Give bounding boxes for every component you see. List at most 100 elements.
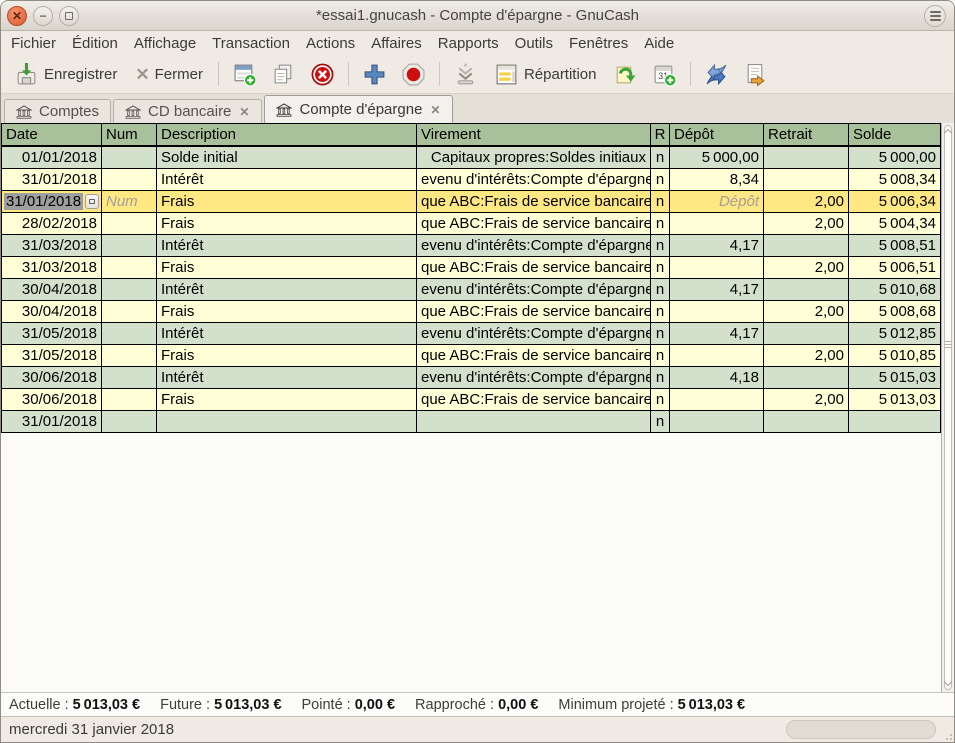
cell-num[interactable]	[102, 367, 157, 388]
delete-transaction-button[interactable]	[305, 58, 340, 91]
cell-date[interactable]: 30/04/2018	[2, 279, 102, 300]
cell-virement[interactable]: que ABC:Frais de service bancaire	[417, 389, 651, 410]
cell-date[interactable]: 30/06/2018	[2, 367, 102, 388]
register-row[interactable]: 30/04/2018Fraisque ABC:Frais de service …	[1, 301, 941, 323]
schedule-transaction-button[interactable]: 31	[647, 58, 682, 91]
cell-num[interactable]	[102, 345, 157, 366]
cell-solde[interactable]: 5 004,34	[849, 213, 941, 234]
cell-depot[interactable]	[670, 411, 764, 432]
cell-depot[interactable]: 4,18	[670, 367, 764, 388]
cell-depot[interactable]	[670, 389, 764, 410]
tab-compte-epargne[interactable]: Compte d'épargne ✕	[264, 95, 453, 123]
scrollbar-grip[interactable]	[945, 339, 952, 350]
cell-num[interactable]	[102, 323, 157, 344]
cell-date[interactable]: 31/03/2018	[2, 257, 102, 278]
cell-date[interactable]: 30/04/2018	[2, 301, 102, 322]
cell-virement[interactable]: evenu d'intérêts:Compte d'épargne	[417, 169, 651, 190]
cell-description[interactable]: Frais	[157, 345, 417, 366]
cell-virement[interactable]: evenu d'intérêts:Compte d'épargne	[417, 323, 651, 344]
cell-solde[interactable]: 5 008,68	[849, 301, 941, 322]
register-row[interactable]: 30/04/2018 Intérêtevenu d'intérêts:Compte…	[1, 279, 941, 301]
cell-date[interactable]: 01/01/2018	[2, 147, 102, 168]
cell-num[interactable]	[102, 279, 157, 300]
cell-solde[interactable]: 5 000,00	[849, 147, 941, 168]
cell-description[interactable]: Frais	[157, 257, 417, 278]
register-row[interactable]: 31/01/2018n	[1, 411, 941, 433]
cell-virement[interactable]	[417, 411, 651, 432]
duplicate-transaction-button[interactable]	[266, 58, 301, 91]
cancel-transaction-button[interactable]	[396, 58, 431, 91]
cell-retrait[interactable]: 2,00	[764, 191, 849, 212]
menu-item-fenetres[interactable]: Fenêtres	[561, 33, 636, 54]
register-row[interactable]: 31/01/2018NumFraisque ABC:Frais de servi…	[1, 191, 941, 213]
cell-num[interactable]	[102, 301, 157, 322]
cell-date[interactable]: 28/02/2018	[2, 213, 102, 234]
tab-close-icon[interactable]: ✕	[429, 104, 441, 116]
cell-date[interactable]: 31/05/2018	[2, 345, 102, 366]
menu-item-actions[interactable]: Actions	[298, 33, 363, 54]
column-header-num[interactable]: Num	[102, 124, 157, 145]
menu-item-edition[interactable]: Édition	[64, 33, 126, 54]
cell-retrait[interactable]: 2,00	[764, 345, 849, 366]
cell-depot[interactable]: 8,34	[670, 169, 764, 190]
register-row[interactable]: 28/02/2018Fraisque ABC:Frais de service …	[1, 213, 941, 235]
cell-solde[interactable]: 5 008,51	[849, 235, 941, 256]
minimize-window-button[interactable]: −	[33, 6, 53, 26]
new-transaction-button[interactable]	[227, 58, 262, 91]
cell-retrait[interactable]	[764, 367, 849, 388]
cell-solde[interactable]	[849, 411, 941, 432]
cell-description[interactable]: Frais	[157, 191, 417, 212]
menu-item-rapports[interactable]: Rapports	[430, 33, 507, 54]
save-button[interactable]: Enregistrer	[7, 58, 124, 91]
column-header-description[interactable]: Description	[157, 124, 417, 145]
cell-retrait[interactable]	[764, 147, 849, 168]
cell-description[interactable]: Intérêt	[157, 235, 417, 256]
cell-retrait[interactable]	[764, 279, 849, 300]
cell-r[interactable]: n	[651, 191, 670, 212]
register-row[interactable]: 31/03/2018 Intérêtevenu d'intérêts:Compte…	[1, 235, 941, 257]
column-header-date[interactable]: Date	[2, 124, 102, 145]
cell-date[interactable]: 31/05/2018	[2, 323, 102, 344]
cell-solde[interactable]: 5 010,68	[849, 279, 941, 300]
cell-depot[interactable]	[670, 345, 764, 366]
cell-r[interactable]: n	[651, 411, 670, 432]
register-row[interactable]: 31/01/2018Intérêtevenu d'intérêts:Compte…	[1, 169, 941, 191]
transfer-button[interactable]	[608, 58, 643, 91]
cell-r[interactable]: n	[651, 301, 670, 322]
cell-description[interactable]: Frais	[157, 389, 417, 410]
cell-description[interactable]: Intérêt	[157, 323, 417, 344]
menu-item-affichage[interactable]: Affichage	[126, 33, 204, 54]
cell-retrait[interactable]: 2,00	[764, 389, 849, 410]
cell-solde[interactable]: 5 008,34	[849, 169, 941, 190]
cell-virement[interactable]: que ABC:Frais de service bancaire	[417, 213, 651, 234]
cell-description[interactable]: Intérêt	[157, 367, 417, 388]
cell-solde[interactable]: 5 010,85	[849, 345, 941, 366]
enter-transaction-button[interactable]	[357, 58, 392, 91]
cell-num[interactable]	[102, 213, 157, 234]
resize-grip-icon[interactable]	[942, 730, 952, 740]
cell-retrait[interactable]: 2,00	[764, 257, 849, 278]
cell-date[interactable]: 30/06/2018	[2, 389, 102, 410]
cell-description[interactable]: Intérêt	[157, 279, 417, 300]
cell-date[interactable]: 31/03/2018	[2, 235, 102, 256]
cell-r[interactable]: n	[651, 213, 670, 234]
cell-virement[interactable]: que ABC:Frais de service bancaire	[417, 257, 651, 278]
cell-num[interactable]: Num	[102, 191, 157, 212]
cell-description[interactable]: Intérêt	[157, 169, 417, 190]
cell-solde[interactable]: 5 013,03	[849, 389, 941, 410]
menu-item-outils[interactable]: Outils	[507, 33, 561, 54]
split-button[interactable]: Répartition	[487, 58, 604, 91]
column-header-r[interactable]: R	[651, 124, 670, 145]
cell-depot[interactable]: 4,17	[670, 323, 764, 344]
register-row[interactable]: 31/05/2018 Intérêtevenu d'intérêts:Compte…	[1, 323, 941, 345]
cell-virement[interactable]: que ABC:Frais de service bancaire	[417, 345, 651, 366]
cell-retrait[interactable]: 2,00	[764, 301, 849, 322]
menu-item-affaires[interactable]: Affaires	[363, 33, 430, 54]
cell-virement[interactable]: evenu d'intérêts:Compte d'épargne	[417, 279, 651, 300]
register-row[interactable]: 31/05/2018 Fraisque ABC:Frais de service …	[1, 345, 941, 367]
cell-virement[interactable]: evenu d'intérêts:Compte d'épargne	[417, 235, 651, 256]
window-menu-icon[interactable]	[924, 5, 946, 27]
cell-depot[interactable]: 5 000,00	[670, 147, 764, 168]
cell-r[interactable]: n	[651, 235, 670, 256]
menu-item-transaction[interactable]: Transaction	[204, 33, 298, 54]
